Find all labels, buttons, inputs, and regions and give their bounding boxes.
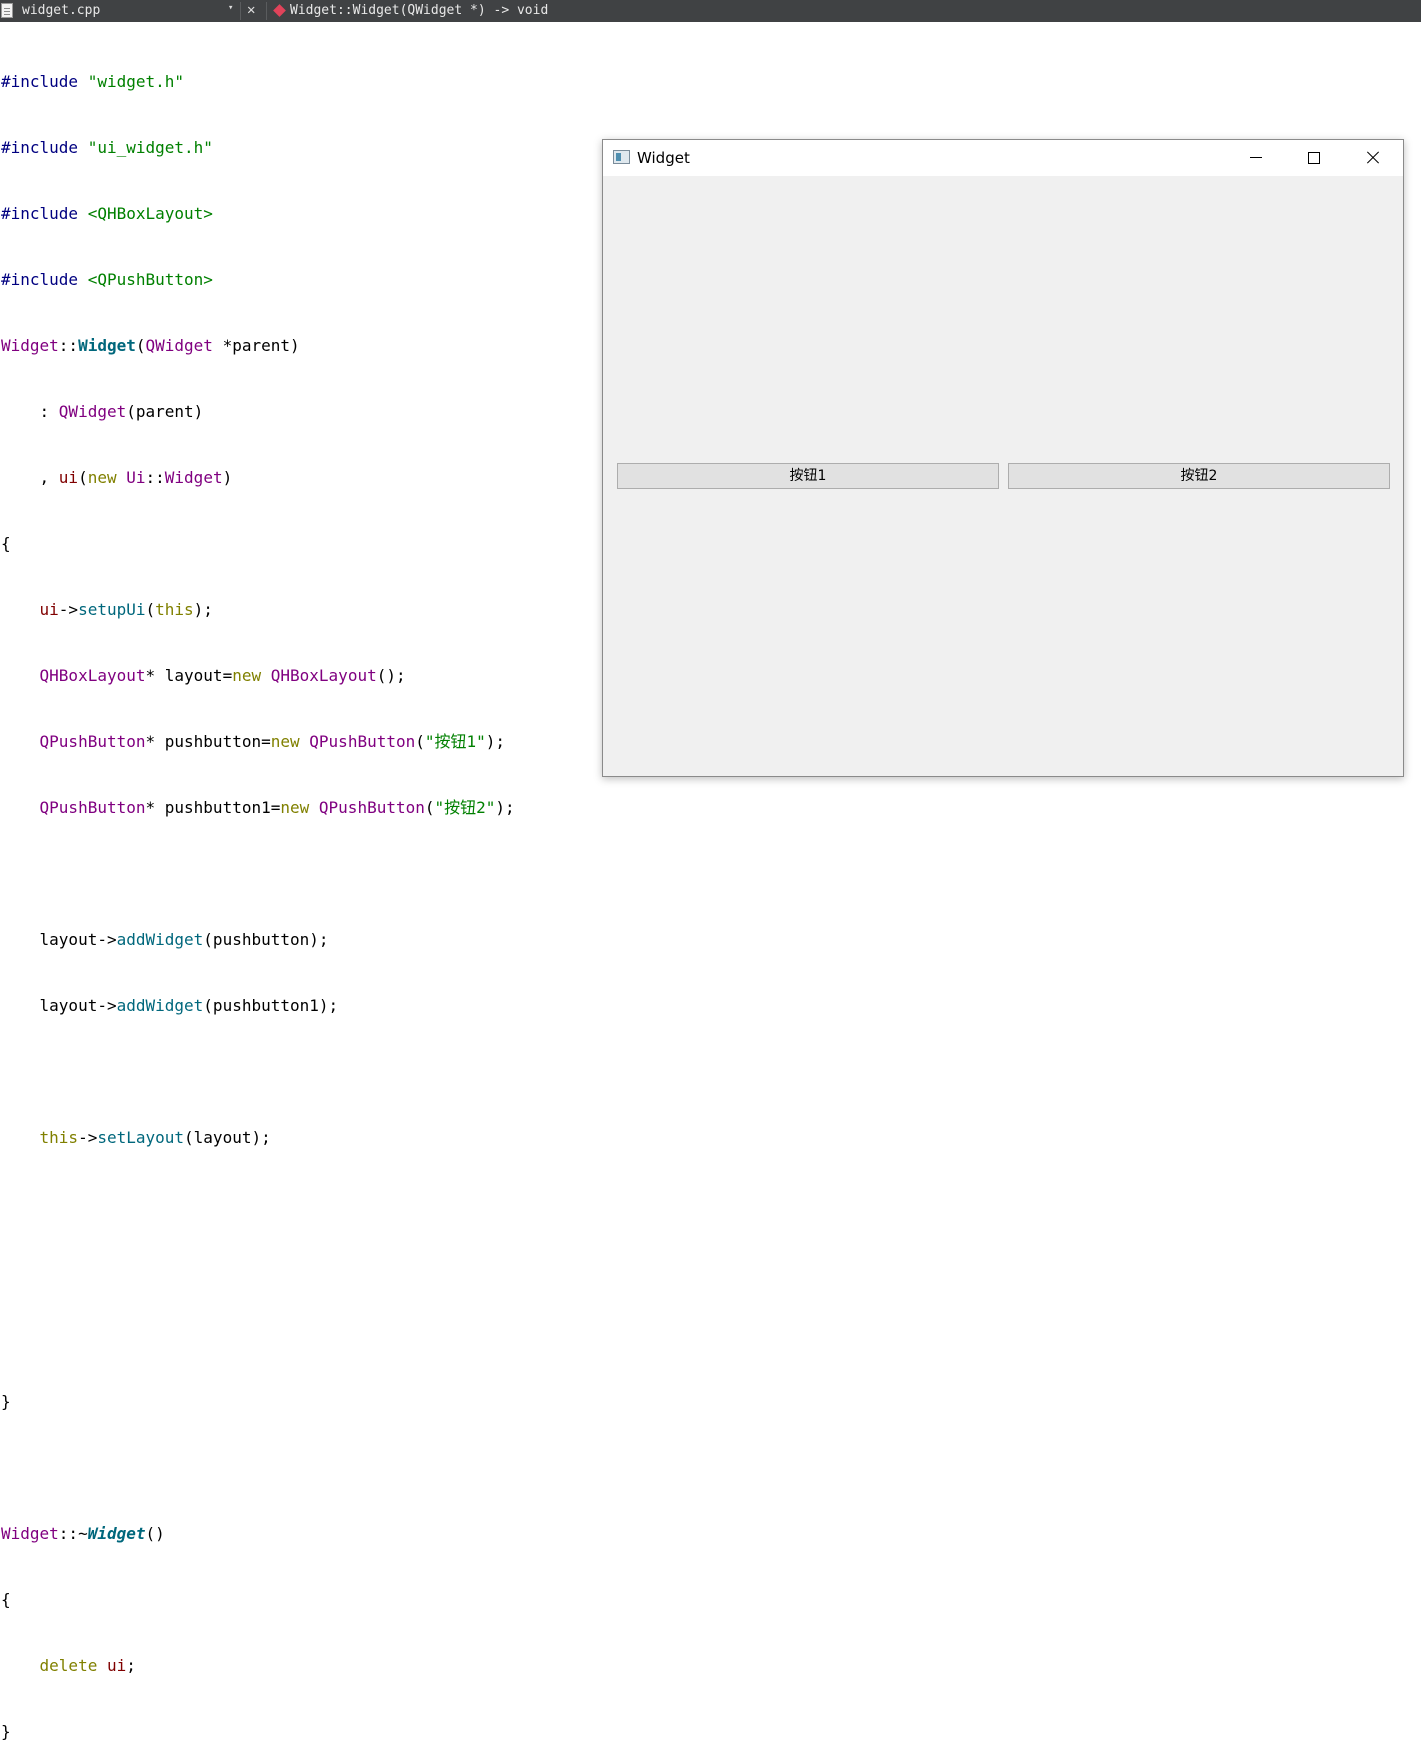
code-line-24: { [1, 1590, 11, 1609]
app-window-icon [613, 150, 630, 164]
code-line-5: Widget::Widget(QWidget *parent) [1, 336, 300, 355]
code-line-1: #include "widget.h" [1, 72, 185, 91]
code-line-26: } [1, 1722, 11, 1741]
code-line-9: ui->setupUi(this); [39, 600, 213, 619]
code-line-17: this->setLayout(layout); [39, 1128, 271, 1147]
minimize-button[interactable] [1227, 140, 1285, 176]
push-button-2[interactable]: 按钮2 [1008, 463, 1390, 489]
close-document-icon[interactable]: ✕ [247, 2, 255, 18]
code-line-14: layout->addWidget(pushbutton); [1, 930, 329, 949]
code-line-10: QHBoxLayout* layout=new QHBoxLayout(); [39, 666, 406, 685]
window-titlebar[interactable]: Widget [603, 140, 1403, 176]
cpp-file-icon [1, 3, 13, 18]
maximize-button[interactable] [1285, 140, 1343, 176]
code-line-4: #include <QPushButton> [1, 270, 213, 289]
code-line-2: #include "ui_widget.h" [1, 138, 213, 157]
close-window-button[interactable] [1343, 140, 1401, 176]
widget-window: Widget 按钮1 按钮2 [602, 139, 1404, 777]
code-line-25: delete ui; [39, 1656, 136, 1675]
code-editor[interactable]: #include "widget.h" #include "ui_widget.… [1, 27, 515, 1742]
code-line-23: Widget::~Widget() [1, 1524, 165, 1543]
code-line-21: } [1, 1392, 11, 1411]
symbol-selector[interactable]: Widget::Widget(QWidget *) -> void [290, 3, 548, 18]
code-line-8: { [1, 534, 11, 553]
function-symbol-icon [273, 4, 286, 17]
push-button-1[interactable]: 按钮1 [617, 463, 999, 489]
code-line-15: layout->addWidget(pushbutton1); [1, 996, 339, 1015]
window-title: Widget [637, 149, 690, 167]
code-line-7: , ui(new Ui::Widget) [1, 468, 233, 487]
code-line-12: QPushButton* pushbutton1=new QPushButton… [39, 798, 515, 817]
code-line-6: : QWidget(parent) [1, 402, 204, 421]
chevron-down-icon[interactable]: ▾ [228, 3, 233, 13]
code-line-11: QPushButton* pushbutton=new QPushButton(… [39, 732, 506, 751]
open-file-selector[interactable]: widget.cpp [22, 3, 100, 18]
editor-toolbar: widget.cpp ▾ ✕ Widget::Widget(QWidget *)… [0, 0, 1421, 22]
toolbar-divider [266, 2, 267, 20]
toolbar-divider [240, 2, 241, 20]
code-line-3: #include <QHBoxLayout> [1, 204, 213, 223]
